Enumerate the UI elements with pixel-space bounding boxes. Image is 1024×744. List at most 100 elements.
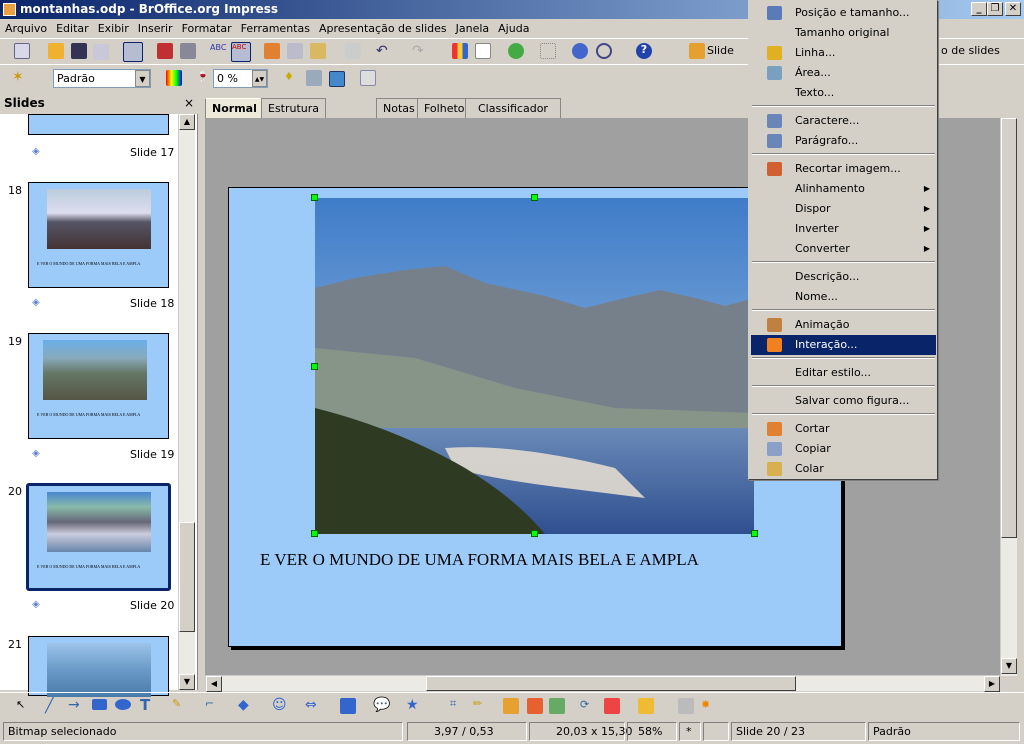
gallery-tool-icon[interactable] bbox=[549, 698, 565, 714]
menu-arquivo[interactable]: Arquivo bbox=[5, 22, 47, 35]
from-file-icon[interactable] bbox=[527, 698, 543, 714]
select-icon[interactable]: ↖ bbox=[16, 698, 32, 714]
paste-tool-icon[interactable] bbox=[310, 43, 326, 59]
context-menu-item[interactable]: Descrição... bbox=[751, 267, 936, 287]
email-icon[interactable] bbox=[93, 44, 109, 60]
flowchart-icon[interactable] bbox=[340, 698, 356, 714]
points-icon[interactable]: ⌗ bbox=[450, 697, 466, 713]
alignment-icon[interactable] bbox=[604, 698, 620, 714]
tab-normal[interactable]: Normal bbox=[205, 98, 264, 118]
crop-tool-icon[interactable] bbox=[360, 70, 376, 86]
context-menu-item[interactable]: Alinhamento ▶ bbox=[751, 179, 936, 199]
effects-icon[interactable]: ✶ bbox=[12, 69, 28, 85]
chart-icon[interactable] bbox=[452, 43, 468, 59]
fontwork-icon[interactable] bbox=[503, 698, 519, 714]
rotate-icon[interactable]: ⟳ bbox=[580, 698, 596, 714]
pdf-icon[interactable] bbox=[157, 43, 173, 59]
curve-icon[interactable]: ✎ bbox=[172, 697, 188, 713]
callouts-icon[interactable]: 💬 bbox=[373, 697, 390, 713]
scroll-thumb[interactable] bbox=[1001, 118, 1017, 538]
table-icon[interactable] bbox=[475, 43, 491, 59]
close-button[interactable]: ✕ bbox=[1005, 2, 1021, 16]
gallery-icon[interactable] bbox=[508, 43, 524, 59]
slide-thumbnail-20-selected[interactable]: E VER O MUNDO DE UMA FORMA MAIS BELA E A… bbox=[26, 483, 171, 591]
menu-editar[interactable]: Editar bbox=[56, 22, 89, 35]
stars-icon[interactable]: ★ bbox=[406, 697, 422, 713]
context-menu-item[interactable]: Posição e tamanho... bbox=[751, 3, 936, 23]
slide-thumbnail-19[interactable]: E VER O MUNDO DE UMA FORMA MAIS BELA E A… bbox=[28, 333, 169, 439]
scroll-up-icon[interactable]: ▲ bbox=[179, 114, 195, 130]
autospellcheck-icon[interactable]: ABC bbox=[231, 42, 251, 62]
shadow-icon[interactable] bbox=[329, 71, 345, 87]
menu-apresentacao[interactable]: Apresentação de slides bbox=[319, 22, 447, 35]
scroll-thumb[interactable] bbox=[426, 676, 796, 691]
context-menu-item[interactable]: Colar bbox=[751, 459, 936, 479]
slide-thumbnail-17[interactable] bbox=[28, 114, 169, 135]
tab-slide-sorter[interactable]: Classificador de slides bbox=[465, 98, 561, 134]
context-menu-item[interactable]: Texto... bbox=[751, 83, 936, 103]
print-icon[interactable] bbox=[180, 43, 196, 59]
menu-formatar[interactable]: Formatar bbox=[182, 22, 232, 35]
context-menu-item[interactable]: Parágrafo... bbox=[751, 131, 936, 151]
tab-handout[interactable]: Folheto bbox=[417, 98, 472, 118]
context-menu-item[interactable]: Inverter ▶ bbox=[751, 219, 936, 239]
vertical-scrollbar[interactable]: ▼ bbox=[1000, 118, 1017, 676]
save-icon[interactable] bbox=[71, 43, 87, 59]
close-panel-icon[interactable]: × bbox=[184, 92, 194, 114]
resize-handle[interactable] bbox=[311, 194, 318, 201]
navigator-icon[interactable] bbox=[572, 43, 588, 59]
status-zoom[interactable]: 58% bbox=[627, 722, 677, 741]
new-icon[interactable] bbox=[14, 43, 30, 59]
block-arrows-icon[interactable]: ⇔ bbox=[305, 697, 321, 713]
context-menu-item[interactable]: Editar estilo... bbox=[751, 363, 936, 383]
glue-points-icon[interactable]: ✏ bbox=[473, 697, 489, 713]
menu-exibir[interactable]: Exibir bbox=[98, 22, 129, 35]
context-menu-item[interactable]: Interação... bbox=[751, 335, 936, 355]
chevron-down-icon[interactable]: ▼ bbox=[135, 70, 150, 87]
menu-janela[interactable]: Janela bbox=[456, 22, 490, 35]
context-menu-item[interactable]: Salvar como figura... bbox=[751, 391, 936, 411]
slide-text[interactable]: E VER O MUNDO DE UMA FORMA MAIS BELA E A… bbox=[260, 550, 699, 570]
horizontal-scrollbar[interactable]: ◀ ▶ bbox=[205, 675, 1000, 692]
style-select[interactable]: Padrão ▼ bbox=[53, 69, 151, 88]
rectangle-icon[interactable] bbox=[92, 699, 107, 710]
line-icon[interactable]: ♦ bbox=[284, 70, 300, 86]
open-icon[interactable] bbox=[48, 43, 64, 59]
resize-handle[interactable] bbox=[531, 194, 538, 201]
menu-ferramentas[interactable]: Ferramentas bbox=[241, 22, 310, 35]
mountain-photo[interactable] bbox=[315, 198, 754, 534]
slide-button[interactable]: Slide bbox=[707, 44, 734, 57]
zoom-icon[interactable] bbox=[596, 43, 612, 59]
scroll-down-icon[interactable]: ▼ bbox=[1001, 658, 1017, 674]
help-icon[interactable]: ? bbox=[636, 43, 652, 59]
context-menu-item[interactable]: Copiar bbox=[751, 439, 936, 459]
menu-ajuda[interactable]: Ajuda bbox=[498, 22, 529, 35]
grid-icon[interactable] bbox=[540, 43, 556, 59]
context-menu-item[interactable]: Tamanho original bbox=[751, 23, 936, 43]
scroll-left-icon[interactable]: ◀ bbox=[206, 676, 222, 692]
resize-handle[interactable] bbox=[311, 530, 318, 537]
format-paintbrush-icon[interactable] bbox=[345, 43, 361, 59]
resize-handle[interactable] bbox=[751, 530, 758, 537]
new-slide-icon[interactable] bbox=[689, 43, 705, 59]
copy-tool-icon[interactable] bbox=[287, 43, 303, 59]
minimize-button[interactable]: _ bbox=[971, 2, 987, 16]
context-menu-item[interactable]: Cortar bbox=[751, 419, 936, 439]
context-menu-item[interactable]: Animação personalizada... bbox=[751, 315, 936, 351]
connector-icon[interactable]: ⌐ bbox=[205, 697, 221, 713]
context-menu-item[interactable]: Recortar imagem... bbox=[751, 159, 936, 179]
spinner-icon[interactable]: ▲▼ bbox=[252, 70, 267, 87]
context-menu-item[interactable]: Converter ▶ bbox=[751, 239, 936, 259]
tab-outline[interactable]: Estrutura de tópicos bbox=[261, 98, 327, 153]
slide-layout-button[interactable]: o de slides bbox=[941, 44, 1000, 57]
restore-button[interactable]: ❐ bbox=[987, 2, 1003, 16]
spellcheck-icon[interactable]: ABC bbox=[210, 43, 226, 59]
area-icon[interactable] bbox=[306, 70, 322, 86]
basic-shapes-icon[interactable]: ◆ bbox=[238, 697, 254, 713]
slide-thumbnail-21[interactable] bbox=[28, 636, 169, 697]
transparency-input[interactable]: 0 % ▲▼ bbox=[213, 69, 268, 88]
context-menu-item[interactable]: Linha... bbox=[751, 43, 936, 63]
ellipse-icon[interactable] bbox=[115, 699, 131, 710]
undo-icon[interactable]: ↶ bbox=[376, 43, 392, 59]
arrange-icon[interactable] bbox=[638, 698, 654, 714]
